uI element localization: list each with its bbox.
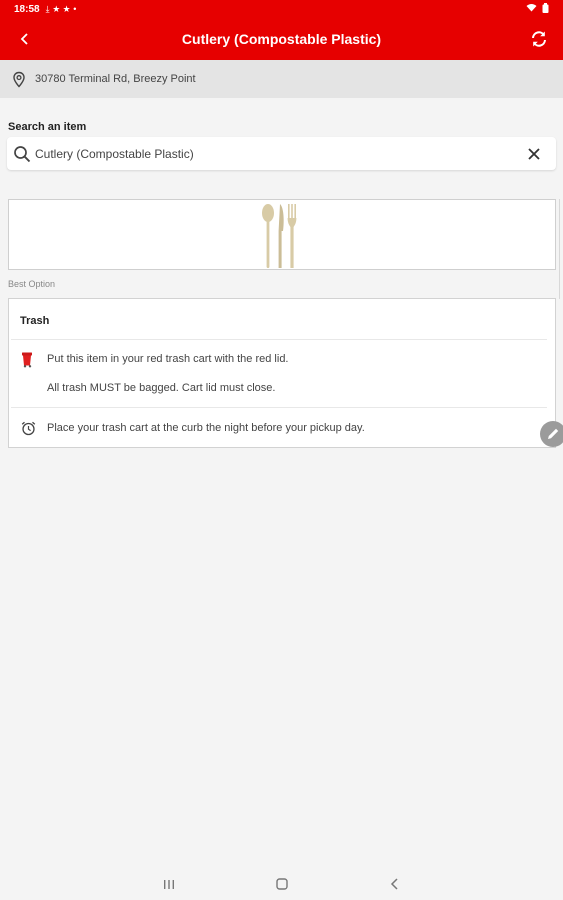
search-label: Search an item <box>8 121 87 133</box>
status-time: 18:58 <box>14 3 40 15</box>
close-icon <box>528 147 540 160</box>
dot-icon: • <box>73 3 80 14</box>
refresh-icon <box>532 31 546 47</box>
disposal-card: Trash Put this item in your red trash ca… <box>8 298 556 448</box>
search-box <box>7 137 556 170</box>
red-trash-cart-icon <box>9 352 47 368</box>
address-bar[interactable]: 30780 Terminal Rd, Breezy Point <box>0 60 563 98</box>
refresh-button[interactable] <box>525 25 553 53</box>
system-nav-bar <box>0 868 563 900</box>
star-icon: ★ <box>52 3 63 14</box>
app-bar: Cutlery (Compostable Plastic) <box>0 18 563 60</box>
system-back-button[interactable] <box>375 870 415 898</box>
instruction-row: All trash MUST be bagged. Cart lid must … <box>9 381 555 395</box>
divider <box>11 339 547 340</box>
edit-floating-button[interactable] <box>540 421 563 447</box>
back-icon <box>390 878 398 890</box>
alarm-clock-icon <box>9 421 47 436</box>
address-text: 30780 Terminal Rd, Breezy Point <box>35 73 196 85</box>
instruction-row: Put this item in your red trash cart wit… <box>9 352 555 368</box>
best-option-label: Best Option <box>8 279 56 289</box>
instruction-row: Place your trash cart at the curb the ni… <box>9 421 555 436</box>
notification-icons: ⤓★★• <box>46 4 80 15</box>
instruction-text: Put this item in your red trash cart wit… <box>47 353 289 365</box>
recent-apps-button[interactable] <box>149 870 189 898</box>
battery-icon <box>542 2 549 16</box>
clear-search-button[interactable] <box>518 138 550 170</box>
edit-pencil-icon <box>548 428 559 439</box>
wifi-icon <box>526 3 537 15</box>
location-pin-icon <box>11 70 29 88</box>
search-input[interactable] <box>35 138 518 169</box>
item-image-panel <box>8 199 556 270</box>
back-arrow-button[interactable] <box>0 18 50 60</box>
scroll-edge <box>559 199 563 299</box>
recent-apps-icon <box>163 879 174 889</box>
divider <box>11 407 547 408</box>
cutlery-icon <box>262 203 297 268</box>
home-button[interactable] <box>262 870 302 898</box>
home-icon <box>275 878 288 890</box>
status-bar: 18:58 ⤓★★• <box>0 0 563 18</box>
page-title: Cutlery (Compostable Plastic) <box>181 31 382 47</box>
instruction-text: All trash MUST be bagged. Cart lid must … <box>47 382 276 394</box>
star-icon: ★ <box>62 3 74 14</box>
disposal-card-title: Trash <box>20 315 50 327</box>
instruction-text: Place your trash cart at the curb the ni… <box>47 422 365 434</box>
back-arrow-icon <box>20 33 28 45</box>
search-icon <box>11 143 33 165</box>
download-icon: ⤓ <box>45 3 53 14</box>
